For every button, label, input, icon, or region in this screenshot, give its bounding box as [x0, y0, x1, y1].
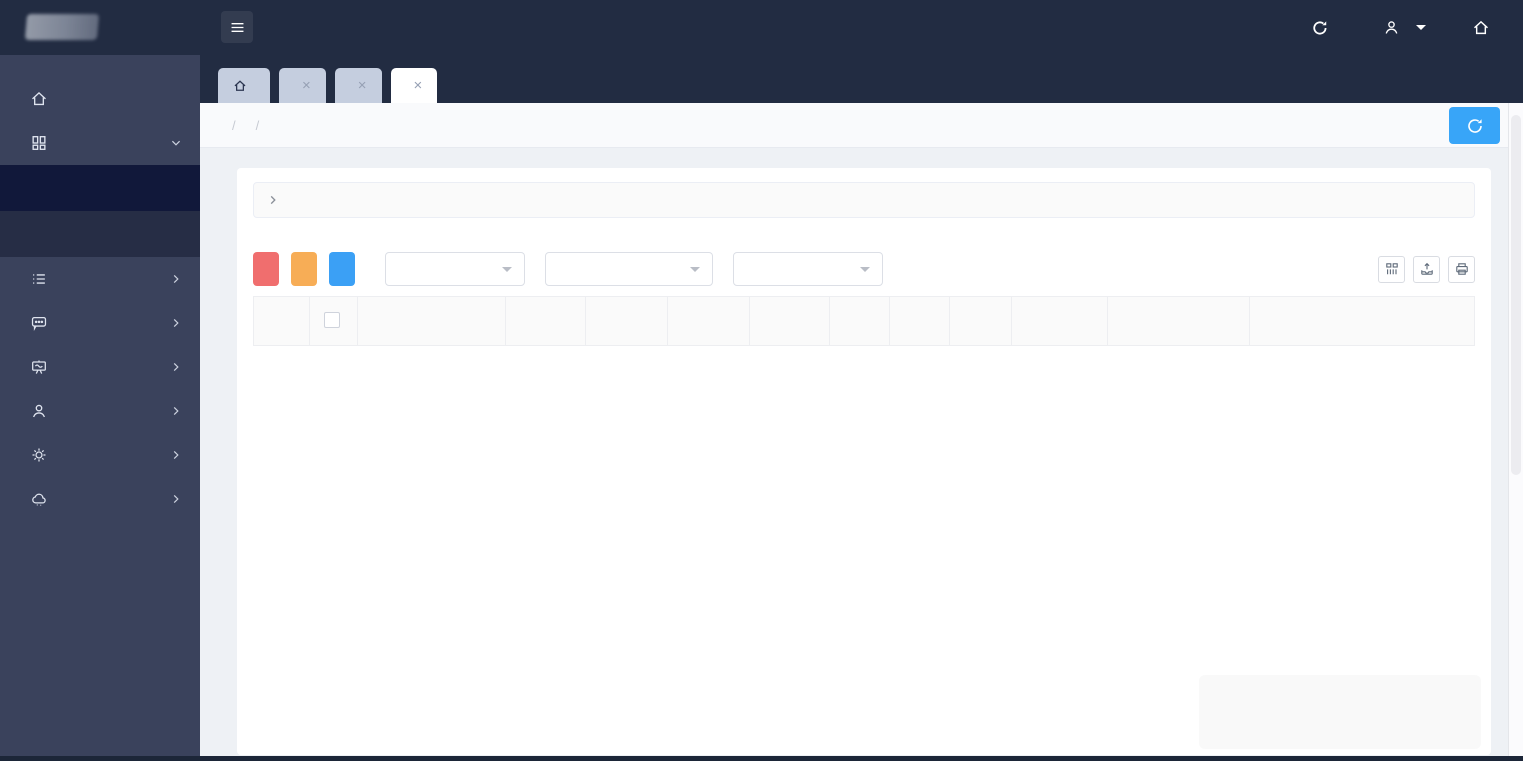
col-header-recommend — [950, 297, 1012, 346]
tab-column-list[interactable]: × — [279, 68, 326, 103]
refresh-page-button[interactable] — [1449, 107, 1500, 144]
main-area: // — [200, 103, 1523, 756]
tab-bar: × × × — [200, 55, 1523, 103]
export-button[interactable] — [1413, 256, 1440, 283]
scrollbar-thumb[interactable] — [1511, 115, 1521, 475]
home-icon — [233, 79, 247, 93]
print-icon — [1454, 261, 1470, 277]
app-logo — [25, 14, 99, 40]
window-bottom-edge — [0, 756, 1523, 761]
add-content-button[interactable] — [329, 252, 355, 286]
caret-down-icon — [502, 267, 512, 277]
content-table — [253, 296, 1475, 346]
toolbar — [253, 252, 1475, 286]
user-icon — [30, 402, 48, 420]
home-icon — [1472, 19, 1490, 37]
breadcrumb: // — [222, 118, 269, 133]
col-header-thumb — [358, 297, 506, 346]
col-header-id — [254, 297, 310, 346]
chevron-right-icon — [170, 361, 182, 373]
close-icon[interactable]: × — [358, 78, 367, 93]
chevron-right-icon — [170, 449, 182, 461]
col-header-title — [506, 297, 586, 346]
content-area — [200, 148, 1523, 756]
sidebar-item-seo[interactable] — [0, 345, 200, 389]
tab-admin-home[interactable]: × — [335, 68, 382, 103]
col-header-actions — [1250, 297, 1475, 346]
col-header-select — [310, 297, 358, 346]
tab-content-list[interactable]: × — [391, 68, 438, 103]
columns-button[interactable] — [1378, 256, 1405, 283]
gear-icon — [30, 446, 48, 464]
chevron-right-icon — [267, 194, 279, 206]
chevron-right-icon — [170, 273, 182, 285]
user-icon — [1383, 19, 1400, 36]
chevron-down-icon — [170, 137, 182, 149]
vertical-scrollbar[interactable] — [1508, 103, 1523, 756]
search-collapse-toggle[interactable] — [253, 182, 1475, 218]
col-header-clicks — [890, 297, 950, 346]
caret-down-icon — [860, 267, 870, 277]
sidebar-item-dashboard[interactable] — [0, 77, 200, 121]
breadcrumb-separator: / — [256, 118, 260, 133]
grid-icon — [30, 134, 48, 152]
col-header-sort — [830, 297, 890, 346]
frontend-home-link[interactable] — [1472, 19, 1498, 37]
select-change-recommend[interactable] — [545, 252, 713, 286]
chevron-right-icon — [170, 493, 182, 505]
sidebar — [0, 55, 200, 756]
chat-icon — [30, 314, 48, 332]
top-header — [0, 0, 1523, 55]
tab-desktop[interactable] — [218, 68, 270, 103]
refresh-icon — [1465, 116, 1485, 136]
cloud-icon — [30, 490, 48, 508]
sidebar-item-column[interactable] — [0, 257, 200, 301]
sidebar-item-extension[interactable] — [0, 477, 200, 521]
sidebar-menu — [0, 77, 200, 521]
sidebar-item-content[interactable] — [0, 121, 200, 165]
caret-down-icon — [690, 267, 700, 277]
watermark — [1199, 675, 1481, 749]
sidebar-submenu — [0, 165, 200, 257]
select-all-checkbox[interactable] — [324, 312, 340, 328]
col-header-category — [586, 297, 668, 346]
list-icon — [30, 270, 48, 288]
close-icon[interactable]: × — [302, 78, 311, 93]
monitor-icon — [30, 358, 48, 376]
chevron-right-icon — [170, 317, 182, 329]
breadcrumb-bar: // — [200, 103, 1523, 148]
export-icon — [1419, 261, 1435, 277]
close-icon[interactable]: × — [414, 78, 423, 93]
sidebar-subitem-goods-list[interactable] — [0, 211, 200, 257]
print-button[interactable] — [1448, 256, 1475, 283]
content-card — [237, 168, 1491, 755]
columns-icon — [1384, 261, 1400, 277]
hamburger-icon — [229, 19, 246, 36]
col-header-time — [1108, 297, 1250, 346]
batch-copy-button[interactable] — [291, 252, 317, 286]
sidebar-subitem-content-list[interactable] — [0, 165, 200, 211]
select-batch-change-column[interactable] — [385, 252, 525, 286]
table-header-row — [254, 297, 1475, 346]
menu-toggle-button[interactable] — [221, 11, 253, 43]
clear-cache-button[interactable] — [1311, 19, 1337, 37]
col-header-price — [750, 297, 830, 346]
refresh-icon — [1311, 19, 1329, 37]
sidebar-item-user[interactable] — [0, 389, 200, 433]
batch-delete-button[interactable] — [253, 252, 279, 286]
home-icon — [30, 90, 48, 108]
select-batch-audit[interactable] — [733, 252, 883, 286]
chevron-right-icon — [170, 405, 182, 417]
col-header-audit — [1012, 297, 1108, 346]
sidebar-item-interaction[interactable] — [0, 301, 200, 345]
breadcrumb-separator: / — [232, 118, 236, 133]
caret-down-icon — [1416, 25, 1426, 35]
sidebar-item-system[interactable] — [0, 433, 200, 477]
col-header-video — [668, 297, 750, 346]
user-menu[interactable] — [1383, 19, 1426, 36]
